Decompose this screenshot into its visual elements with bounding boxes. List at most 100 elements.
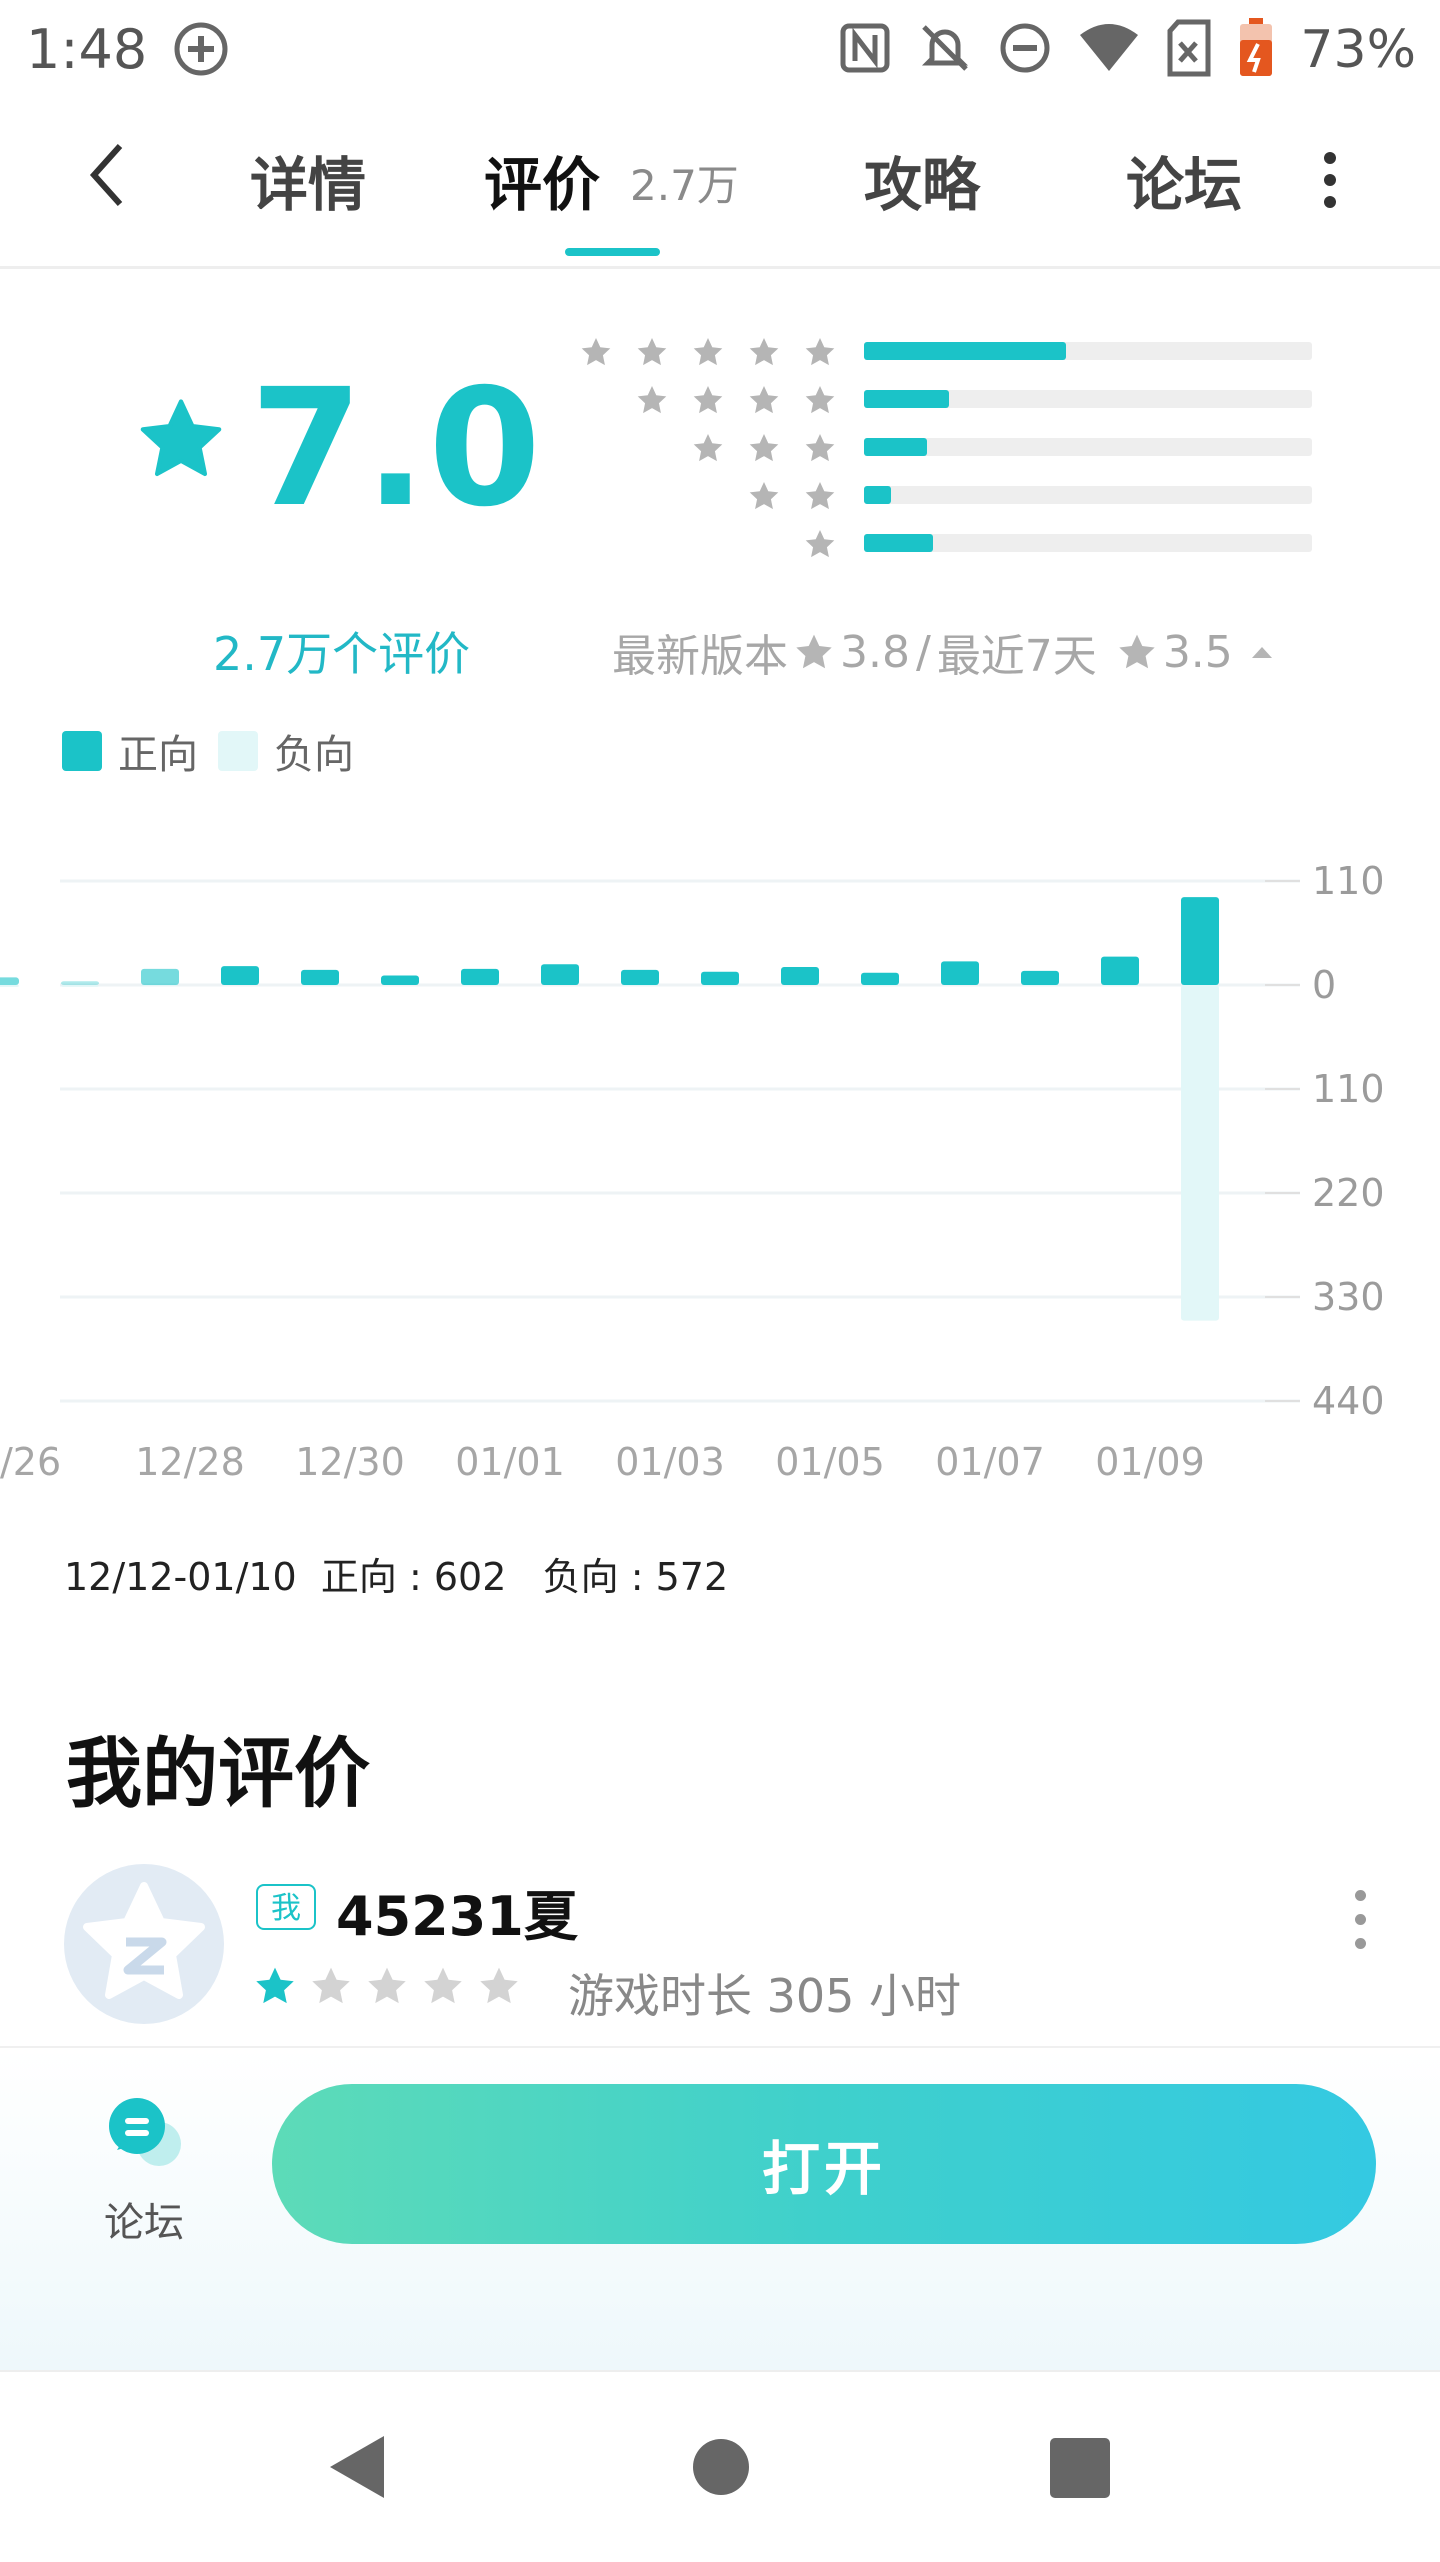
star-icon	[1119, 634, 1155, 669]
distribution-bar	[864, 390, 950, 408]
tab-details[interactable]: 详情	[250, 138, 366, 222]
default-avatar-icon	[83, 1882, 205, 1999]
more-menu-button[interactable]	[1310, 150, 1350, 210]
positive-bar	[781, 967, 819, 985]
positive-bar	[301, 969, 339, 985]
chart-summary: 12/12-01/10 正向 : 602 负向 : 572	[64, 1546, 728, 1601]
more-vertical-icon	[1354, 1890, 1366, 1901]
nav-home-button[interactable]	[692, 2438, 750, 2500]
rating-star-icon	[312, 1967, 350, 2004]
recent-label: 最近7天	[936, 631, 1097, 682]
x-tick-label: 01/07	[935, 1440, 1045, 1480]
tab-review-count: 2.7万	[630, 161, 739, 210]
positive-bar	[1021, 970, 1059, 985]
legend-negative-label: 负向	[274, 732, 354, 778]
positive-bar	[381, 975, 419, 985]
x-tick-label: 01/03	[615, 1440, 725, 1480]
notifications-off-icon	[918, 21, 972, 79]
review-trend-chart: 110 0 110 220 330 440/26 12/28 12/30 01/01 01/03 0…	[0, 859, 1385, 1480]
wifi-icon	[1078, 21, 1140, 79]
star-icon	[637, 386, 667, 414]
nav-home-icon	[693, 2439, 749, 2495]
star-icon	[637, 338, 667, 366]
y-tick-label: 440	[1312, 1379, 1385, 1423]
star-icon	[805, 386, 835, 414]
x-tick-label: 12/28	[135, 1440, 245, 1480]
star-icon	[693, 338, 723, 366]
positive-bar	[221, 966, 259, 985]
tab-guides[interactable]: 攻略	[864, 138, 980, 222]
average-score: 7.0	[250, 355, 543, 543]
negative-bar	[1101, 985, 1139, 986]
star-icon	[749, 482, 779, 510]
x-tick-label: 01/09	[1095, 1440, 1205, 1480]
positive-bar	[61, 981, 99, 985]
distribution-bar	[864, 486, 891, 504]
distribution-track	[864, 486, 1312, 504]
avatar[interactable]	[64, 1864, 224, 2024]
x-tick-label: 01/01	[455, 1440, 565, 1480]
battery-percent: 73%	[1300, 20, 1416, 80]
active-tab-indicator	[565, 248, 660, 256]
chart-summary-positive: 正向 : 602	[320, 1555, 507, 1599]
x-tick-label: 01/05	[775, 1440, 885, 1480]
dot	[1354, 1938, 1366, 1949]
latest-version-score: 3.8	[840, 626, 910, 678]
chart-legend: 正向 负向	[62, 722, 354, 780]
nav-back-icon	[330, 2436, 384, 2498]
positive-bar	[1101, 956, 1139, 985]
positive-bar	[621, 969, 659, 985]
recent-score: 3.5	[1162, 626, 1233, 678]
score-star-icon	[138, 398, 224, 484]
user-rating-stars	[254, 1965, 520, 2007]
positive-bar	[701, 971, 739, 985]
forum-icon[interactable]	[105, 2092, 185, 2176]
chart-summary-range: 12/12-01/10	[64, 1555, 297, 1599]
star-icon	[693, 386, 723, 414]
more-vertical-icon	[1324, 152, 1336, 208]
star-icon	[796, 634, 832, 669]
star-icon	[581, 338, 611, 366]
tab-forum[interactable]: 论坛	[1126, 138, 1242, 222]
star-icon	[805, 338, 835, 366]
positive-bar	[861, 972, 899, 985]
positive-bar	[1181, 897, 1219, 985]
back-button[interactable]	[80, 140, 140, 210]
negative-bar	[861, 985, 899, 986]
star-icon	[805, 434, 835, 462]
positive-bar	[141, 968, 179, 985]
positive-bar	[461, 968, 499, 985]
total-reviews-count: 2.7万个评价	[213, 627, 471, 681]
star-icon	[805, 530, 835, 558]
positive-bar	[541, 964, 579, 985]
rating-star-icon	[480, 1967, 518, 2004]
forum-label[interactable]: 论坛	[104, 2190, 184, 2248]
y-tick-label: 220	[1312, 1171, 1385, 1215]
star-icon	[805, 482, 835, 510]
rating-star-icon	[256, 1967, 294, 2004]
x-tick-label: /26	[0, 1440, 61, 1480]
star-icon	[749, 434, 779, 462]
y-tick-label: 110	[1312, 859, 1385, 903]
battery-charging-icon	[1238, 18, 1274, 82]
negative-bar	[461, 985, 499, 986]
negative-bar	[621, 985, 659, 986]
negative-bar	[0, 985, 19, 987]
chart-summary-negative: 负向 : 572	[542, 1555, 729, 1599]
nav-recents-button[interactable]	[1050, 2438, 1110, 2502]
open-button[interactable]: 打开	[272, 2084, 1376, 2244]
nav-back-button[interactable]	[324, 2432, 388, 2506]
tab-reviews[interactable]: 评价	[484, 138, 600, 222]
legend-positive-label: 正向	[118, 732, 198, 778]
legend-positive-swatch	[62, 731, 102, 771]
x-tick-label: 12/30	[295, 1440, 405, 1480]
y-tick-label: 330	[1312, 1275, 1385, 1319]
review-more-button[interactable]	[1350, 1890, 1370, 1949]
username[interactable]: 45231夏	[336, 1872, 578, 1951]
chevron-left-icon	[89, 143, 123, 207]
version-rating-info[interactable]: 最新版本 3.8 / 最近7天 3.5	[612, 620, 1275, 684]
distribution-track	[864, 342, 1312, 360]
dot	[1354, 1914, 1366, 1925]
rating-star-icon	[424, 1967, 462, 2004]
y-tick-label: 110	[1312, 1067, 1385, 1111]
